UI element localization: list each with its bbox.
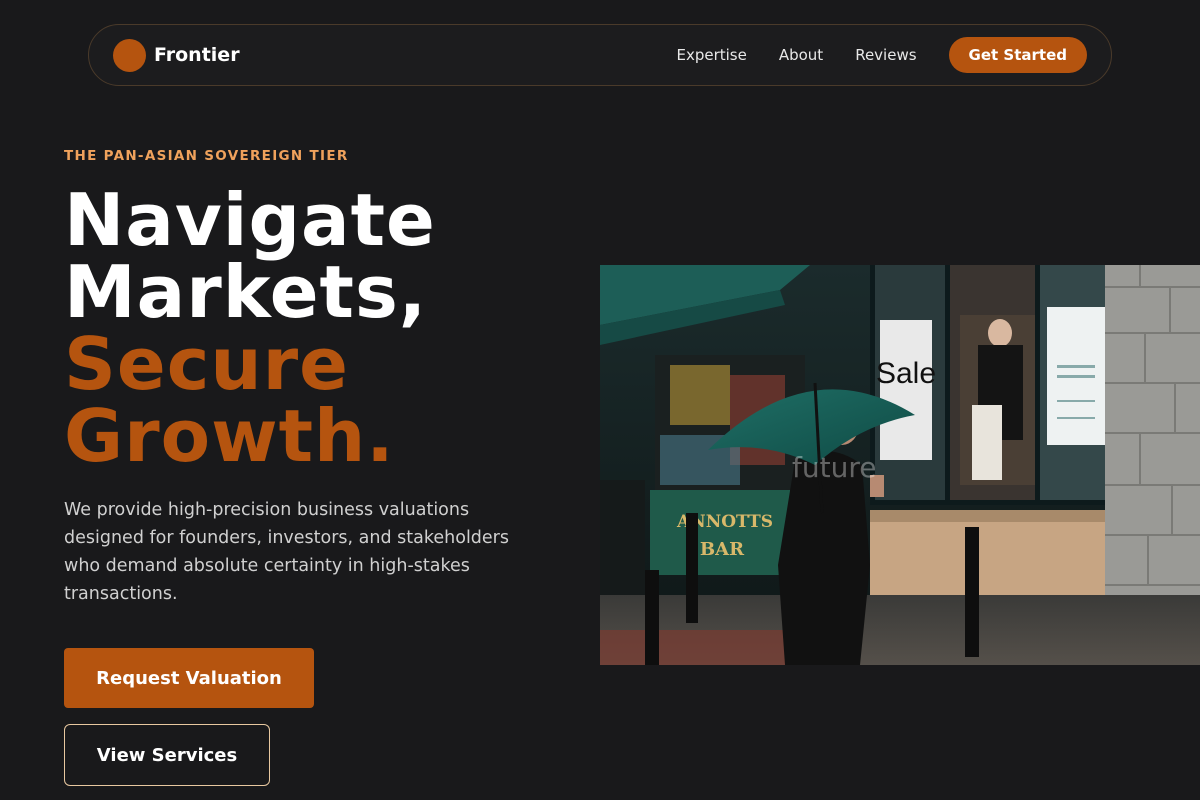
headline-line-1: Navigate (64, 178, 436, 262)
headline-line-3: Secure (64, 322, 349, 406)
nav-link-reviews[interactable]: Reviews (855, 46, 916, 64)
bar-sign: BAR (700, 539, 745, 560)
hero-eyebrow: THE PAN-ASIAN SOVEREIGN TIER (64, 148, 349, 164)
nav-link-expertise[interactable]: Expertise (676, 46, 746, 64)
photo-watermark: future (792, 451, 876, 484)
headline-line-4: Growth. (64, 394, 395, 478)
nav-menu: Expertise About Reviews Get Started (676, 37, 1087, 73)
nav-link-about[interactable]: About (779, 46, 823, 64)
view-services-button[interactable]: View Services (64, 724, 270, 786)
hero-description: We provide high-precision business valua… (64, 500, 509, 604)
sale-sign: Sale (876, 357, 936, 390)
top-nav: Frontier Expertise About Reviews Get Sta… (88, 24, 1112, 86)
brand-logo-icon (113, 38, 146, 72)
get-started-button[interactable]: Get Started (948, 37, 1087, 73)
brand[interactable]: Frontier (113, 38, 240, 72)
hero-headline: Navigate Markets, Secure Growth. (64, 184, 436, 472)
headline-line-2: Markets, (64, 250, 428, 334)
hero-photo: ANNOTTS BAR Sale future (600, 265, 1200, 665)
request-valuation-button[interactable]: Request Valuation (64, 648, 314, 708)
brand-name: Frontier (154, 44, 240, 66)
